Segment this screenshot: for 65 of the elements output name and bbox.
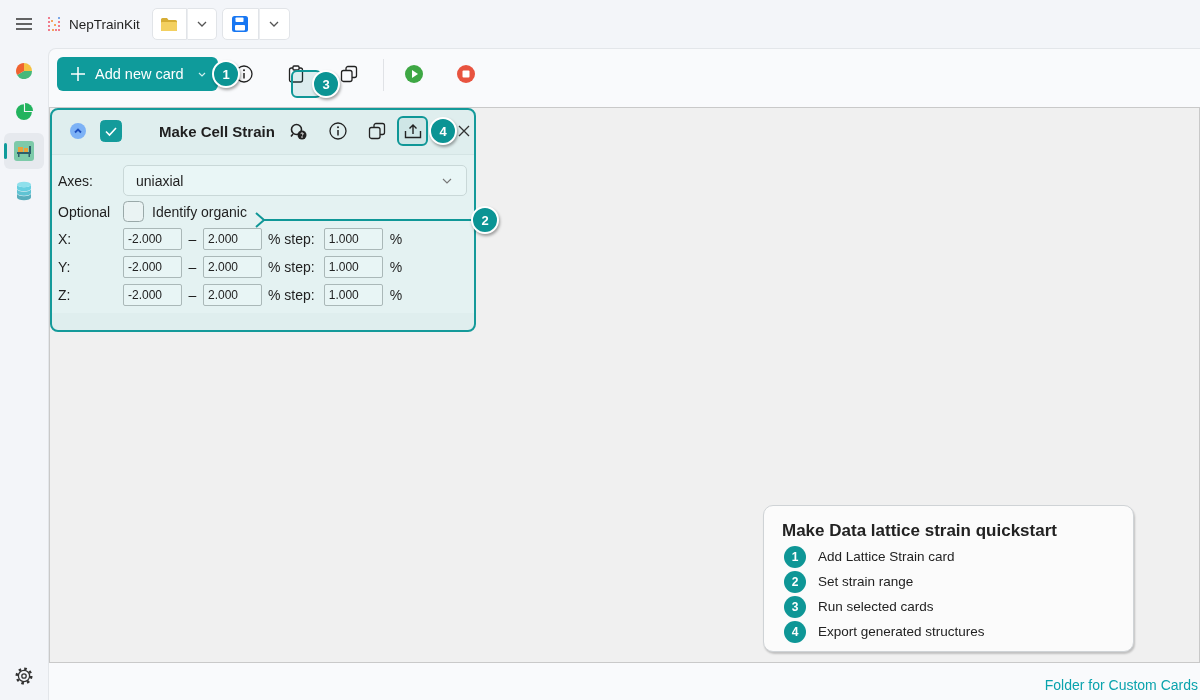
axis-label: Z: xyxy=(58,287,72,303)
min-field[interactable]: -2.000 xyxy=(123,284,182,306)
quickstart-title: Make Data lattice strain quickstart xyxy=(782,521,1058,541)
min-field[interactable]: -2.000 xyxy=(123,228,182,250)
export-button[interactable] xyxy=(397,116,428,146)
caret-icon xyxy=(269,21,280,27)
range-separator: – xyxy=(187,231,198,247)
pie-chart-icon xyxy=(16,63,32,79)
step-number: 3 xyxy=(784,595,806,618)
menu-icon[interactable] xyxy=(16,18,32,30)
step-label: % step: xyxy=(268,259,315,275)
step-label: % step: xyxy=(268,287,315,303)
copy-icon[interactable] xyxy=(340,65,358,83)
plus-icon xyxy=(71,67,85,81)
close-icon[interactable] xyxy=(458,125,470,137)
optional-label: Optional xyxy=(58,203,112,220)
stop-icon[interactable] xyxy=(457,65,475,83)
card-checkbox[interactable] xyxy=(100,120,122,142)
workbench-icon xyxy=(14,141,34,161)
tray-arrow-icon xyxy=(403,123,422,139)
magnifier-icon xyxy=(289,122,307,140)
step-number: 1 xyxy=(784,545,806,568)
max-field[interactable]: 2.000 xyxy=(203,228,262,250)
step-field[interactable]: 1.000 xyxy=(323,284,383,306)
option-label: Identify organic xyxy=(152,203,247,220)
caret-icon xyxy=(442,177,452,184)
settings-icon[interactable] xyxy=(15,667,33,685)
unit-label: % xyxy=(389,259,403,275)
pie-chart-icon xyxy=(15,102,33,120)
collapse-icon[interactable] xyxy=(70,123,86,139)
max-field[interactable]: 2.000 xyxy=(203,256,262,278)
step-field[interactable]: 1.000 xyxy=(323,256,383,278)
card-title: Make Cell Strain xyxy=(159,122,275,140)
copy-icon xyxy=(368,122,386,140)
step-number: 4 xyxy=(784,620,806,643)
step-field[interactable]: 1.000 xyxy=(323,228,383,250)
step-text: Set strain range xyxy=(818,574,914,589)
range-separator: – xyxy=(187,287,198,303)
folder-icon xyxy=(160,16,179,32)
step-text: Run selected cards xyxy=(818,599,934,614)
step-text: Add Lattice Strain card xyxy=(818,549,955,564)
option-checkbox[interactable] xyxy=(123,201,144,222)
logo-icon xyxy=(48,17,60,31)
unit-label: % xyxy=(389,287,403,303)
axes-dropdown[interactable]: uniaxial xyxy=(123,165,467,196)
axis-label: X: xyxy=(58,231,73,247)
max-field[interactable]: 2.000 xyxy=(203,284,262,306)
clipboard-icon[interactable] xyxy=(288,65,304,83)
step-label: % step: xyxy=(268,231,315,247)
step-text: Export generated structures xyxy=(818,624,985,639)
caret-icon xyxy=(198,71,206,77)
save-button[interactable] xyxy=(221,8,259,40)
app-title: NepTrainKit xyxy=(69,16,140,32)
play-icon[interactable] xyxy=(405,65,423,83)
caret-icon xyxy=(196,21,207,27)
min-field[interactable]: -2.000 xyxy=(123,256,182,278)
axes-label: Axes: xyxy=(58,172,94,189)
unit-label: % xyxy=(389,231,403,247)
info-button[interactable] xyxy=(326,119,350,143)
step-number: 2 xyxy=(784,570,806,593)
axis-label: Y: xyxy=(58,259,72,275)
database-icon xyxy=(16,181,32,201)
info-icon xyxy=(329,122,347,140)
range-separator: – xyxy=(187,259,198,275)
nav-item[interactable] xyxy=(4,133,44,169)
